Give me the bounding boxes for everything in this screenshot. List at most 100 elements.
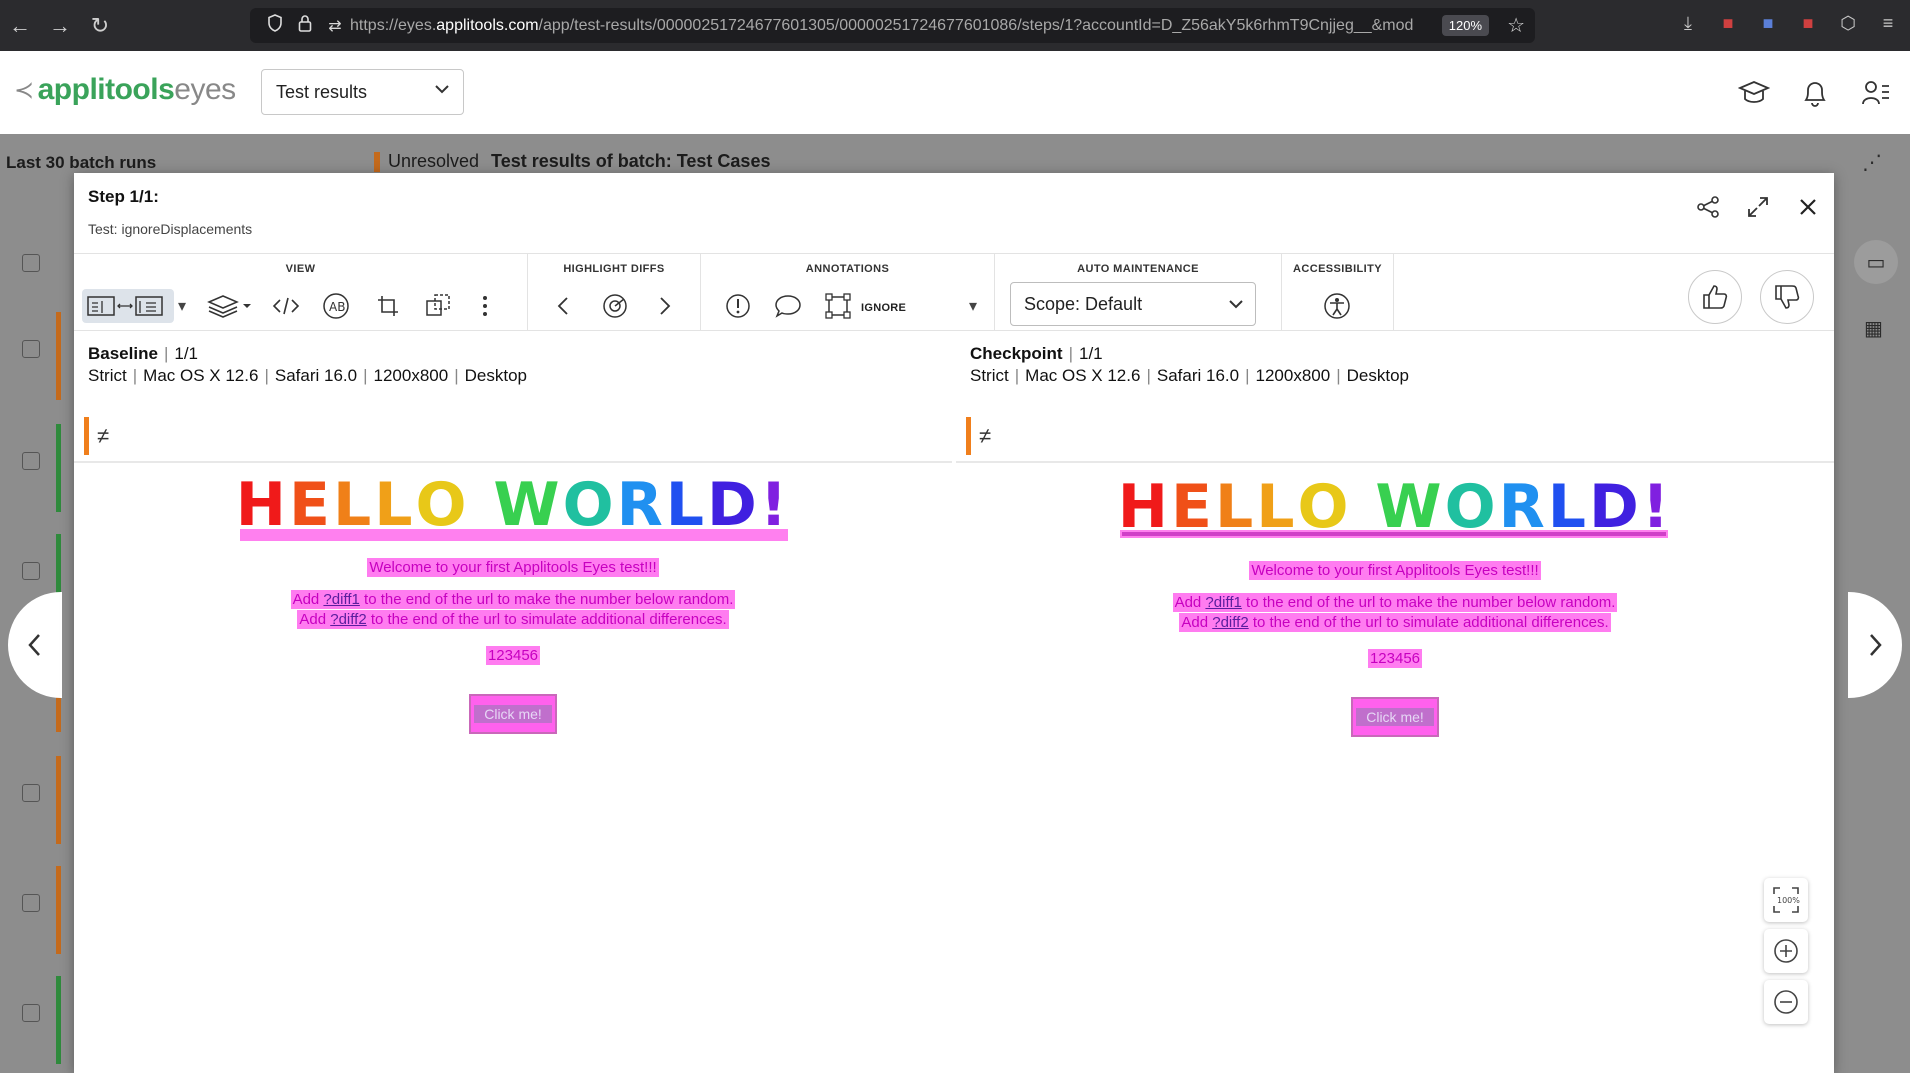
zoom-out-button[interactable] xyxy=(1764,980,1808,1024)
reload-icon[interactable]: ↻ xyxy=(80,6,120,46)
issue-icon[interactable] xyxy=(721,289,755,323)
row-checkbox[interactable] xyxy=(22,562,40,580)
diff2-link[interactable]: ?diff2 xyxy=(330,611,366,628)
share-icon[interactable]: ⋰ xyxy=(1862,150,1882,175)
url-text[interactable]: https://eyes.applitools.com/app/test-res… xyxy=(350,17,1450,35)
device: Desktop xyxy=(1346,366,1409,385)
extensions-icon[interactable]: ⬡ xyxy=(1836,13,1860,37)
accessibility-icon[interactable] xyxy=(1320,289,1354,323)
compare-regions-icon[interactable] xyxy=(418,289,458,323)
previous-diff-icon[interactable] xyxy=(548,289,578,323)
row-checkbox[interactable] xyxy=(22,1004,40,1022)
download-icon[interactable]: ⤓ xyxy=(1676,13,1700,37)
app-header: ≺ applitools eyes Test results xyxy=(0,51,1910,134)
thumbs-up-button[interactable] xyxy=(1688,270,1742,324)
chevron-down-icon xyxy=(435,81,449,99)
baseline-pane: Baseline | 1/1 Strict | Mac OS X 12.6 | Safari… xyxy=(74,333,952,1073)
step-toolbar: VIEW ▾ AB HIGHLIGHT DIFFS ANNOTATIONS IG… xyxy=(74,253,1834,331)
applitools-logo[interactable]: ≺ applitools eyes xyxy=(14,73,236,107)
baseline-image[interactable]: HELLO WORLD! Welcome to your first Appli… xyxy=(74,464,952,1073)
chevron-down-icon xyxy=(1229,293,1243,314)
lock-icon[interactable] xyxy=(290,14,320,37)
grid-settings-icon[interactable]: ▦ xyxy=(1864,316,1883,341)
scope-select[interactable]: Scope: Default xyxy=(1010,282,1256,326)
diff1-link[interactable]: ?diff1 xyxy=(1205,594,1241,611)
checkpoint-title: Checkpoint xyxy=(970,344,1063,363)
more-options-icon[interactable] xyxy=(470,289,500,323)
diff2-link[interactable]: ?diff2 xyxy=(1212,614,1248,631)
heading-diff-highlight xyxy=(1120,530,1668,538)
next-diff-icon[interactable] xyxy=(650,289,680,323)
annotations-group: ANNOTATIONS IGNORE ▾ xyxy=(701,254,995,330)
highlight-diffs-icon[interactable] xyxy=(598,289,632,323)
code-view-icon[interactable] xyxy=(266,289,306,323)
test-name: Test: ignoreDisplacements xyxy=(88,221,253,237)
row-checkbox[interactable] xyxy=(22,894,40,912)
heading-diff-highlight xyxy=(240,529,788,541)
layers-icon[interactable] xyxy=(202,289,256,323)
os: Mac OS X 12.6 xyxy=(143,366,259,385)
click-me-button[interactable]: Click me! xyxy=(1351,697,1439,737)
accessibility-label: ACCESSIBILITY xyxy=(1293,263,1382,275)
browser: Safari 16.0 xyxy=(274,366,358,385)
bookmark-star-icon[interactable]: ☆ xyxy=(1507,13,1525,38)
ignore-region-icon[interactable] xyxy=(821,289,855,323)
thumbs-down-button[interactable] xyxy=(1760,270,1814,324)
pane-divider xyxy=(956,461,1834,463)
checkpoint-pane: Checkpoint | 1/1 Strict | Mac OS X 12.6 | Safa… xyxy=(956,333,1834,1073)
zoom-fit-button[interactable]: 100% xyxy=(1764,878,1808,922)
region-type-dropdown-icon[interactable]: ▾ xyxy=(963,289,983,323)
site-settings-icon[interactable]: ⇄ xyxy=(320,16,350,36)
status-bar xyxy=(374,152,380,173)
notifications-bell-icon[interactable] xyxy=(1797,75,1833,111)
side-by-side-view-button[interactable] xyxy=(82,289,174,323)
shield-icon[interactable] xyxy=(260,14,290,37)
random-number: 123456 xyxy=(485,646,541,665)
diff-indicator[interactable]: ≠ xyxy=(966,417,1010,455)
checkpoint-image[interactable]: HELLO WORLD! Welcome to your first Appli… xyxy=(956,464,1834,1073)
welcome-text: Welcome to your first Applitools Eyes te… xyxy=(1249,561,1541,580)
annotations-label: ANNOTATIONS xyxy=(805,263,890,275)
zoom-level-badge[interactable]: 120% xyxy=(1441,15,1489,36)
not-equal-icon: ≠ xyxy=(979,423,992,448)
extension-red2-icon[interactable]: ■ xyxy=(1796,13,1820,37)
viewport: 1200x800 xyxy=(373,366,449,385)
user-account-icon[interactable] xyxy=(1858,75,1894,111)
browser: Safari 16.0 xyxy=(1156,366,1240,385)
diff-indicator[interactable]: ≠ xyxy=(84,417,128,455)
row-checkbox[interactable] xyxy=(22,340,40,358)
diff1-link[interactable]: ?diff1 xyxy=(323,591,359,608)
not-equal-icon: ≠ xyxy=(97,423,110,448)
view-select[interactable]: Test results xyxy=(261,69,464,115)
row-status-strip xyxy=(56,312,61,400)
crop-icon[interactable] xyxy=(368,289,408,323)
share-icon[interactable] xyxy=(1694,193,1722,221)
expand-icon[interactable] xyxy=(1744,193,1772,221)
click-me-button[interactable]: Click me! xyxy=(469,694,557,734)
select-all-checkbox[interactable] xyxy=(22,254,40,272)
pane-divider xyxy=(74,461,952,463)
view-mode-dropdown-icon[interactable]: ▾ xyxy=(174,289,190,323)
row-checkbox[interactable] xyxy=(22,784,40,802)
ignore-label[interactable]: IGNORE xyxy=(861,302,906,314)
extension-video-icon[interactable]: ■ xyxy=(1756,13,1780,37)
save-icon[interactable]: ▭ xyxy=(1854,240,1898,284)
forward-icon[interactable]: → xyxy=(40,6,80,46)
close-icon[interactable] xyxy=(1794,193,1822,221)
back-icon[interactable]: ← xyxy=(0,6,40,46)
os: Mac OS X 12.6 xyxy=(1025,366,1141,385)
extension-red-icon[interactable]: ■ xyxy=(1716,13,1740,37)
batch-runs-title: Last 30 batch runs xyxy=(6,153,157,172)
view-group-label: VIEW xyxy=(285,263,316,275)
highlight-diffs-group: HIGHLIGHT DIFFS xyxy=(528,254,701,330)
text-compare-icon[interactable]: AB xyxy=(316,289,356,323)
learning-center-icon[interactable] xyxy=(1736,75,1772,111)
zoom-in-button[interactable] xyxy=(1764,929,1808,973)
remark-icon[interactable] xyxy=(771,289,805,323)
auto-maintenance-label: AUTO MAINTENANCE xyxy=(1077,263,1199,275)
address-bar[interactable]: ⇄ https://eyes.applitools.com/app/test-r… xyxy=(250,8,1535,43)
svg-text:100%: 100% xyxy=(1777,896,1800,905)
row-status-strip xyxy=(56,866,61,954)
row-checkbox[interactable] xyxy=(22,452,40,470)
menu-icon[interactable]: ≡ xyxy=(1876,13,1900,37)
